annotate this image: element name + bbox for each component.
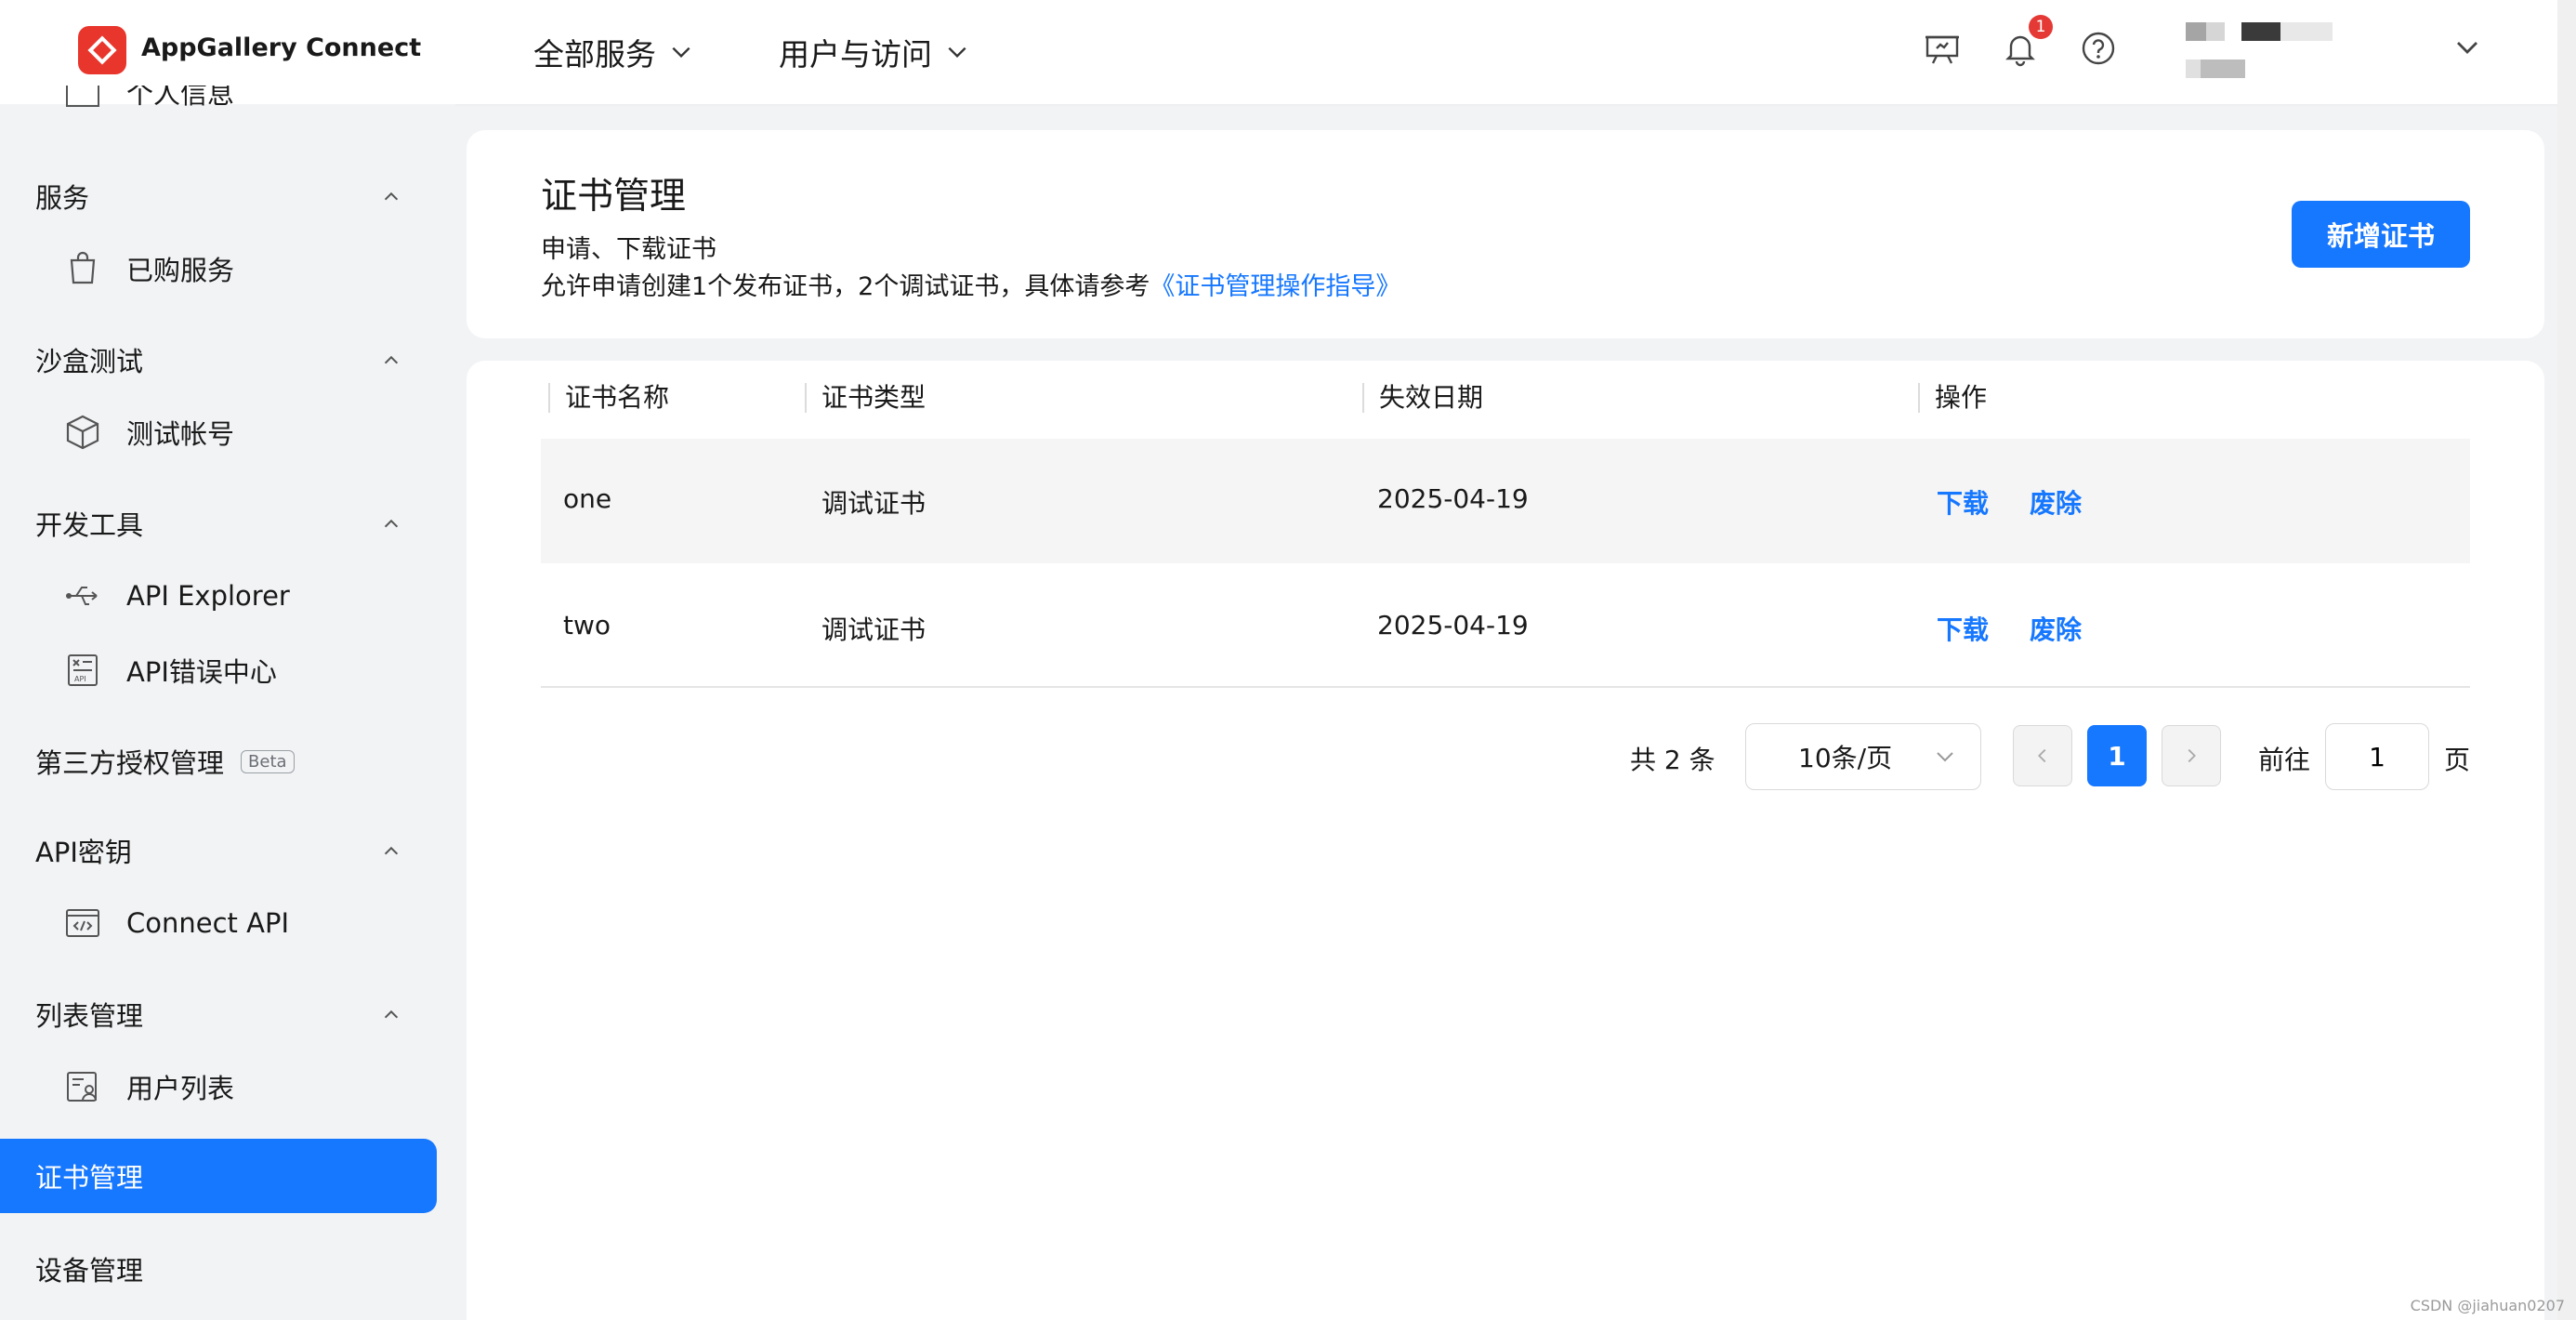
page-description: 申请、下载证书 xyxy=(541,235,716,264)
sidebar-item-label: Connect API xyxy=(126,907,290,939)
chevron-down-icon xyxy=(672,46,690,59)
total-suffix: 条 xyxy=(1689,745,1715,775)
sidebar-item-third-party-auth[interactable]: 第三方授权管理 Beta xyxy=(35,742,295,781)
sidebar-item-connect-api[interactable]: Connect API xyxy=(63,904,289,943)
chevron-down-icon xyxy=(1937,752,1953,762)
sidebar-item-api-explorer[interactable]: API Explorer xyxy=(63,576,290,615)
column-header-type: 证书类型 xyxy=(805,383,926,413)
sidebar-item-user-list[interactable]: 用户列表 xyxy=(63,1067,234,1106)
cert-name-cell: one xyxy=(563,483,612,514)
watermark: CSDN @jiahuan0207 xyxy=(2410,1297,2565,1314)
sidebar-item-api-error-center[interactable]: API API错误中心 xyxy=(63,651,277,690)
app-name[interactable]: AppGallery Connect xyxy=(141,33,421,62)
all-services-label: 全部服务 xyxy=(533,36,656,73)
sidebar-group-label: 开发工具 xyxy=(35,509,144,541)
column-header-name: 证书名称 xyxy=(548,383,669,413)
total-value: 2 xyxy=(1663,745,1681,775)
quota-text: 允许申请创建1个发布证书，2个调试证书，具体请参考 xyxy=(541,272,1150,301)
sidebar-item-cert-management[interactable]: 证书管理 xyxy=(0,1139,437,1213)
sidebar-group-sandbox[interactable]: 沙盒测试 xyxy=(35,340,401,379)
goto-label: 前往 xyxy=(2258,745,2311,775)
sidebar-item-label: API Explorer xyxy=(126,580,290,612)
page-number-current[interactable]: 1 xyxy=(2087,725,2147,786)
user-card-icon xyxy=(67,1072,97,1102)
download-link[interactable]: 下载 xyxy=(1937,483,1989,521)
sidebar-group-api-key[interactable]: API密钥 xyxy=(35,831,401,870)
total-prefix: 共 xyxy=(1630,745,1657,775)
beta-badge: Beta xyxy=(241,749,295,773)
chevron-up-icon xyxy=(384,355,399,364)
chevron-up-icon xyxy=(384,846,399,855)
header-card xyxy=(467,130,2544,338)
user-access-label: 用户与访问 xyxy=(779,36,932,73)
download-link[interactable]: 下载 xyxy=(1937,610,1989,647)
sidebar-item-device-management[interactable]: 设备管理 xyxy=(35,1249,143,1288)
sidebar-item-personal-info[interactable]: 个人信息 xyxy=(63,86,234,123)
api-error-icon: API xyxy=(68,654,98,686)
sidebar-item-purchased[interactable]: 已购服务 xyxy=(63,249,234,288)
top-bar: AppGallery Connect 全部服务 用户与访问 1 xyxy=(0,0,2576,104)
chevron-right-icon xyxy=(2188,748,2196,763)
sidebar-item-label: 设备管理 xyxy=(35,1255,144,1287)
all-services-menu[interactable]: 全部服务 xyxy=(533,30,693,74)
column-header-expiry: 失效日期 xyxy=(1362,383,1483,413)
app-logo-icon[interactable] xyxy=(78,26,126,74)
cert-expiry-cell: 2025-04-19 xyxy=(1377,483,1529,514)
sidebar-group-devtools[interactable]: 开发工具 xyxy=(35,504,401,543)
sidebar-group-list-management[interactable]: 列表管理 xyxy=(35,995,401,1034)
prev-page-button[interactable] xyxy=(2013,725,2072,786)
svg-text:API: API xyxy=(74,675,86,683)
column-header-actions: 操作 xyxy=(1918,383,1987,413)
cert-name-cell: two xyxy=(563,610,611,640)
sidebar-item-label: 第三方授权管理 xyxy=(35,747,225,779)
chevron-left-icon xyxy=(2038,748,2046,763)
revoke-link[interactable]: 废除 xyxy=(2030,610,2082,647)
chevron-up-icon xyxy=(384,191,399,201)
shopping-bag-icon xyxy=(70,251,96,284)
account-chevron-down-icon[interactable] xyxy=(2453,33,2481,61)
revoke-link[interactable]: 废除 xyxy=(2030,483,2082,521)
sidebar-group-label: 列表管理 xyxy=(35,1000,144,1032)
id-card-icon xyxy=(66,86,99,107)
usb-icon xyxy=(66,587,98,605)
sidebar-item-label: 个人信息 xyxy=(126,86,235,110)
chevron-down-icon xyxy=(948,46,966,59)
page-quota-note: 允许申请创建1个发布证书，2个调试证书，具体请参考《证书管理操作指导》 xyxy=(541,266,1400,302)
sidebar-item-label: 已购服务 xyxy=(126,255,235,286)
sidebar-group-service[interactable]: 服务 xyxy=(35,177,401,216)
cert-type-cell: 调试证书 xyxy=(821,614,927,645)
presentation-icon[interactable] xyxy=(1922,28,1963,69)
page-size-value: 10条/页 xyxy=(1798,743,1893,773)
cert-type-cell: 调试证书 xyxy=(821,488,927,519)
chevron-up-icon xyxy=(384,519,399,528)
sidebar-group-label: 服务 xyxy=(35,182,90,214)
sidebar-group-label: 沙盒测试 xyxy=(35,346,144,377)
notification-badge: 1 xyxy=(2029,15,2053,39)
next-page-button[interactable] xyxy=(2162,725,2221,786)
sidebar-item-label: 用户列表 xyxy=(126,1073,235,1104)
cert-expiry-cell: 2025-04-19 xyxy=(1377,610,1529,640)
total-count: 共 2 条 xyxy=(1630,740,1715,777)
page-size-select[interactable]: 10条/页 xyxy=(1745,723,1981,790)
cube-icon xyxy=(66,415,99,450)
sidebar-item-test-account[interactable]: 测试帐号 xyxy=(63,413,234,452)
page-title: 证书管理 xyxy=(541,176,687,218)
goto-page-input[interactable] xyxy=(2325,723,2429,790)
sidebar-item-label: 测试帐号 xyxy=(126,418,235,450)
help-icon[interactable] xyxy=(2078,28,2119,69)
page-scrollbar[interactable] xyxy=(2557,0,2576,1320)
code-window-icon xyxy=(66,909,99,937)
chevron-up-icon xyxy=(384,1010,399,1019)
goto-suffix: 页 xyxy=(2444,745,2471,775)
add-certificate-button[interactable]: 新增证书 xyxy=(2292,201,2470,268)
sidebar-item-label: 证书管理 xyxy=(35,1162,144,1194)
sidebar-item-label: API错误中心 xyxy=(126,656,277,688)
guide-link[interactable]: 《证书管理操作指导》 xyxy=(1150,272,1400,301)
user-access-menu[interactable]: 用户与访问 xyxy=(779,30,969,74)
sidebar-group-label: API密钥 xyxy=(35,837,132,868)
